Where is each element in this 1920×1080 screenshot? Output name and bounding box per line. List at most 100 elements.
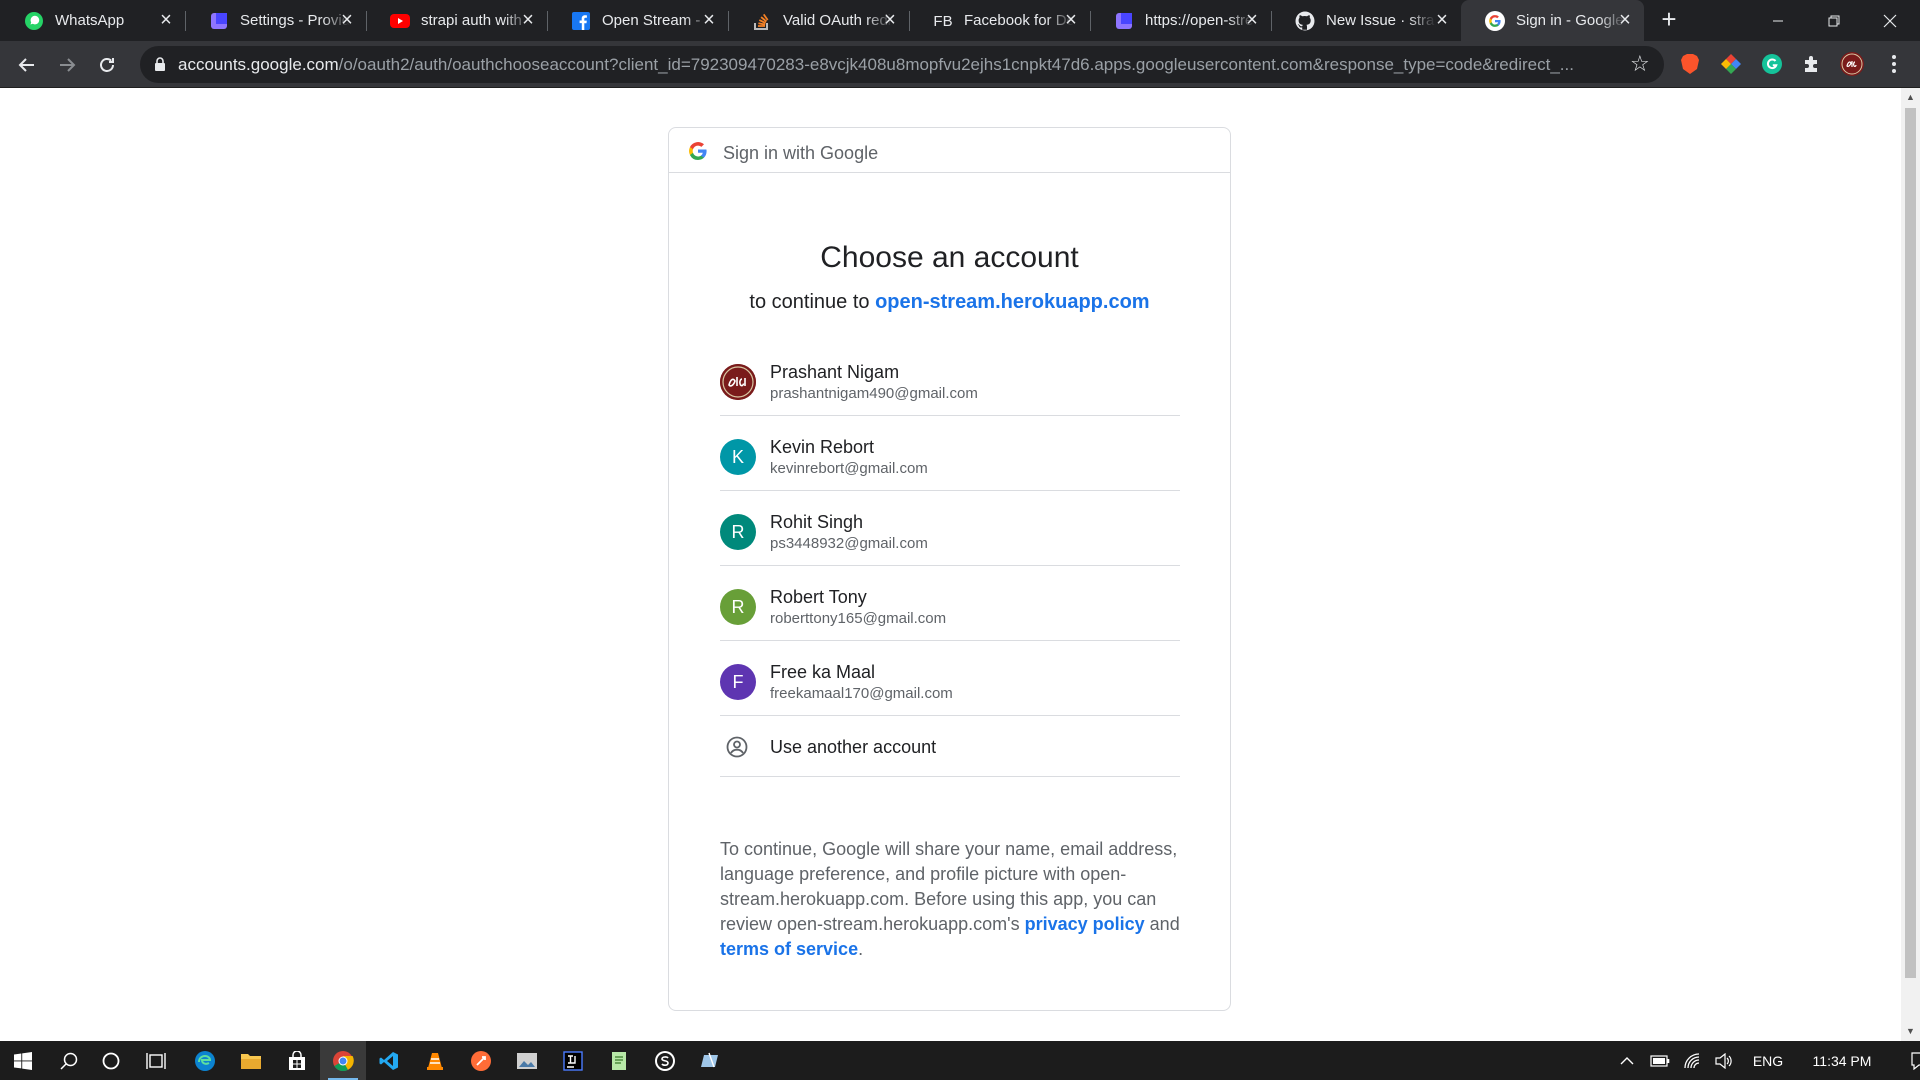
notification-icon[interactable] xyxy=(1896,1051,1920,1070)
profile-avatar[interactable] xyxy=(1840,52,1864,76)
windows-taskbar: ENG 11:34 PM xyxy=(0,1041,1920,1080)
account-item-kevin-rebort[interactable]: K Kevin Rebort kevinrebort@gmail.com xyxy=(720,416,1180,491)
close-icon[interactable]: × xyxy=(700,10,718,30)
tab-open-stream-url[interactable]: https://open-stream × xyxy=(1090,0,1272,41)
volume-icon[interactable] xyxy=(1708,1052,1740,1069)
address-bar[interactable]: accounts.google.com/o/oauth2/auth/oauthc… xyxy=(140,46,1664,83)
fb-text-icon: FB xyxy=(933,12,953,30)
close-icon[interactable]: × xyxy=(1062,10,1080,30)
tab-title: New Issue · strapi xyxy=(1326,12,1436,29)
close-icon[interactable]: × xyxy=(1433,10,1451,30)
chrome-taskbar-icon[interactable] xyxy=(320,1041,366,1080)
intellij-taskbar-icon[interactable] xyxy=(550,1041,596,1080)
account-email: prashantnigam490@gmail.com xyxy=(770,385,978,402)
use-another-account-label: Use another account xyxy=(770,737,937,757)
url-text[interactable]: accounts.google.com/o/oauth2/auth/oauthc… xyxy=(178,55,1618,75)
scroll-thumb[interactable] xyxy=(1905,108,1916,978)
tab-title: Sign in - Google Accounts xyxy=(1516,12,1626,29)
new-tab-button[interactable]: + xyxy=(1655,6,1683,34)
arrow-left-icon xyxy=(18,58,34,72)
search-button[interactable] xyxy=(46,1041,92,1080)
color-picker-extension-icon[interactable] xyxy=(1719,52,1743,76)
tab-youtube-strapi[interactable]: strapi auth with × xyxy=(366,0,548,41)
vlc-taskbar-icon[interactable] xyxy=(412,1041,458,1080)
star-icon[interactable]: ☆ xyxy=(1630,53,1650,75)
account-item-robert-tony[interactable]: R Robert Tony roberttony165@gmail.com xyxy=(720,566,1180,641)
vscode-taskbar-icon[interactable] xyxy=(366,1041,412,1080)
account-name: Rohit Singh xyxy=(770,512,864,532)
cortana-button[interactable] xyxy=(88,1041,134,1080)
close-icon[interactable]: × xyxy=(338,10,356,30)
back-button[interactable] xyxy=(13,51,41,79)
postman-taskbar-icon[interactable] xyxy=(458,1041,504,1080)
scroll-down-icon[interactable]: ▼ xyxy=(1905,1026,1916,1036)
account-email: kevinrebort@gmail.com xyxy=(770,460,928,477)
app-s-taskbar-icon[interactable] xyxy=(642,1041,688,1080)
extensions-puzzle-icon[interactable] xyxy=(1800,52,1824,76)
grammarly-extension-icon[interactable] xyxy=(1760,52,1784,76)
edge-taskbar-icon[interactable] xyxy=(182,1041,228,1080)
close-icon[interactable]: × xyxy=(881,10,899,30)
tab-valid-oauth[interactable]: Valid OAuth redirect × xyxy=(728,0,910,41)
snipping-taskbar-icon[interactable] xyxy=(688,1041,734,1080)
tab-github-new-issue[interactable]: New Issue · strapi × xyxy=(1271,0,1461,41)
strapi-icon xyxy=(209,11,229,31)
lock-icon[interactable] xyxy=(152,56,168,72)
tab-strip: WhatsApp × Settings - Providers × strapi… xyxy=(0,0,1920,41)
youtube-icon xyxy=(390,11,410,31)
tab-title: https://open-stream xyxy=(1145,12,1255,29)
close-icon[interactable]: × xyxy=(519,10,537,30)
photos-taskbar-icon[interactable] xyxy=(504,1041,550,1080)
subtitle-prefix: to continue to xyxy=(749,291,870,313)
avatar: R xyxy=(720,514,756,550)
avatar: K xyxy=(720,439,756,475)
account-item-prashant-nigam[interactable]: Prashant Nigam prashantnigam490@gmail.co… xyxy=(720,341,1180,416)
google-icon xyxy=(1485,11,1505,31)
app-link[interactable]: open-stream.herokuapp.com xyxy=(875,291,1150,313)
tab-whatsapp[interactable]: WhatsApp × xyxy=(0,0,186,41)
clock[interactable]: 11:34 PM xyxy=(1798,1053,1886,1069)
account-name: Free ka Maal xyxy=(770,662,876,682)
page-subtitle: to continue to open-stream.herokuapp.com xyxy=(669,290,1230,314)
tab-title: Open Stream - xyxy=(602,12,701,29)
terms-of-service-link[interactable]: terms of service xyxy=(720,939,858,959)
restore-icon xyxy=(1828,15,1840,26)
privacy-policy-link[interactable]: privacy policy xyxy=(1025,914,1145,934)
close-icon[interactable]: × xyxy=(1243,10,1261,30)
close-icon[interactable]: × xyxy=(157,10,175,30)
browser-menu-icon[interactable] xyxy=(1882,52,1906,76)
store-taskbar-icon[interactable] xyxy=(274,1041,320,1080)
page-scrollbar[interactable]: ▲ ▼ xyxy=(1901,88,1920,1041)
wifi-icon[interactable] xyxy=(1676,1052,1708,1069)
close-icon[interactable]: × xyxy=(1616,10,1634,30)
account-item-free-ka-maal[interactable]: F Free ka Maal freekamaal170@gmail.com xyxy=(720,641,1180,716)
brave-extension-icon[interactable] xyxy=(1678,52,1702,76)
battery-icon[interactable] xyxy=(1644,1054,1676,1067)
github-icon xyxy=(1295,11,1315,31)
start-button[interactable] xyxy=(0,1041,46,1080)
task-view-button[interactable] xyxy=(133,1041,179,1080)
account-name: Robert Tony xyxy=(770,587,867,607)
minimize-button[interactable] xyxy=(1748,0,1808,41)
chevron-up-icon[interactable] xyxy=(1610,1056,1644,1066)
close-window-button[interactable] xyxy=(1860,0,1920,41)
tab-title: Valid OAuth redirect xyxy=(783,12,893,29)
scroll-up-icon[interactable]: ▲ xyxy=(1905,92,1916,102)
file-explorer-taskbar-icon[interactable] xyxy=(228,1041,274,1080)
page-title: Choose an account xyxy=(820,241,1079,274)
stackoverflow-icon xyxy=(752,11,772,31)
account-item-rohit-singh[interactable]: R Rohit Singh ps3448932@gmail.com xyxy=(720,491,1180,566)
reload-button[interactable] xyxy=(93,51,121,79)
tab-google-sign-in[interactable]: Sign in - Google Accounts × xyxy=(1461,0,1644,41)
language-indicator[interactable]: ENG xyxy=(1746,1053,1790,1069)
notepad-taskbar-icon[interactable] xyxy=(596,1041,642,1080)
forward-button[interactable] xyxy=(53,51,81,79)
tab-facebook-developers[interactable]: FB Facebook for Developers × xyxy=(909,0,1091,41)
cortana-icon xyxy=(102,1052,120,1069)
restore-button[interactable] xyxy=(1804,0,1864,41)
consent-text: To continue, Google will share your name… xyxy=(720,837,1180,962)
use-another-account-button[interactable]: Use another account xyxy=(720,716,1180,777)
tab-open-stream[interactable]: Open Stream - × xyxy=(547,0,729,41)
sign-in-card: Sign in with Google Choose an account to… xyxy=(668,127,1231,1011)
tab-settings-providers[interactable]: Settings - Providers × xyxy=(185,0,367,41)
